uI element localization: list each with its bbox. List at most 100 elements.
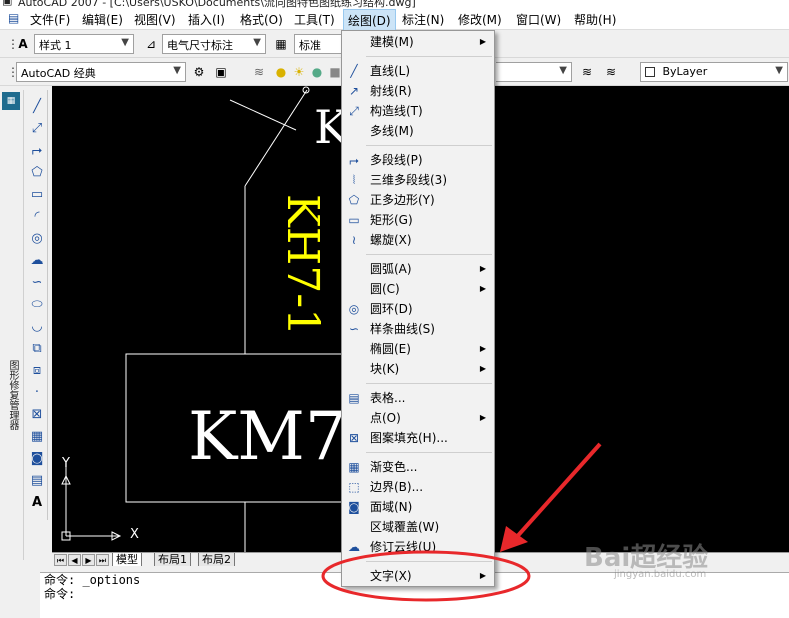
menu-edit[interactable]: 编辑(E): [82, 11, 123, 28]
draw-menu-item[interactable]: ▤ 表格...: [342, 388, 494, 408]
construction-line-icon[interactable]: ⤢: [28, 120, 46, 138]
color-select[interactable]: ByLayer ▼: [640, 62, 788, 82]
draw-menu-item[interactable]: ▭ 矩形(G): [342, 210, 494, 230]
chevron-down-icon: ▼: [173, 65, 181, 76]
draw-menu-item-label: 圆(C): [370, 282, 400, 296]
draw-menu-item[interactable]: ⬠ 正多边形(Y): [342, 190, 494, 210]
lock-icon[interactable]: ●: [308, 63, 326, 81]
menu-tools[interactable]: 工具(T): [294, 11, 335, 28]
tab-layout2[interactable]: 布局2: [198, 553, 235, 567]
menu-separator: [366, 145, 492, 146]
menu-format[interactable]: 格式(O): [240, 11, 283, 28]
table-style-select[interactable]: 标准: [294, 34, 344, 54]
workspace-settings-icon[interactable]: ⚙: [190, 63, 208, 81]
draw-menu-item[interactable]: ⤢ 构造线(T): [342, 101, 494, 121]
menu-view[interactable]: 视图(V): [134, 11, 176, 28]
save-workspace-icon[interactable]: ▣: [212, 63, 230, 81]
draw-menu-item[interactable]: ≀ 螺旋(X): [342, 230, 494, 250]
point-icon[interactable]: ·: [28, 384, 46, 402]
layer-select-tail[interactable]: ▼: [496, 62, 572, 82]
layer-previous-icon[interactable]: ≋: [602, 63, 620, 81]
dim-style-icon[interactable]: ⊿: [142, 35, 160, 53]
submenu-arrow-icon: ▶: [479, 264, 486, 273]
draw-menu-item-label: 圆环(D): [370, 302, 413, 316]
dim-style-select[interactable]: 电气尺寸标注 ▼: [162, 34, 266, 54]
submenu-arrow-icon: ▶: [479, 344, 486, 353]
workspace-select[interactable]: AutoCAD 经典 ▼: [16, 62, 186, 82]
chevron-down-icon: ▼: [121, 37, 129, 48]
region-icon[interactable]: ◙: [28, 450, 46, 468]
revcloud-icon[interactable]: ☁: [28, 252, 46, 270]
watermark-url: jingyan.baidu.com: [614, 569, 707, 580]
lightbulb-icon[interactable]: ●: [272, 63, 290, 81]
polygon-icon[interactable]: ⬠: [28, 164, 46, 182]
hatch-icon[interactable]: ⊠: [28, 406, 46, 424]
draw-menu-item[interactable]: 椭圆(E) ▶: [342, 339, 494, 359]
ellipse-icon[interactable]: ⬭: [28, 296, 46, 314]
draw-menu-item[interactable]: 点(O) ▶: [342, 408, 494, 428]
draw-menu-item[interactable]: ⦚ 三维多段线(3): [342, 170, 494, 190]
insert-block-icon[interactable]: ⧉: [28, 340, 46, 358]
palette-logo-icon[interactable]: ▦: [2, 92, 20, 110]
circle-icon[interactable]: ◎: [28, 230, 46, 248]
make-block-icon[interactable]: ⧈: [28, 362, 46, 380]
make-current-layer-icon[interactable]: ≋: [578, 63, 596, 81]
submenu-arrow-icon: ▶: [479, 364, 486, 373]
arc-icon[interactable]: ◜: [28, 208, 46, 226]
menu-help[interactable]: 帮助(H): [574, 11, 616, 28]
draw-menu-item-label: 螺旋(X): [370, 233, 412, 247]
layers-icon[interactable]: ≋: [250, 63, 268, 81]
draw-menu-item-label: 椭圆(E): [370, 342, 411, 356]
draw-menu-item-label: 构造线(T): [370, 104, 423, 118]
gradient-icon[interactable]: ▦: [28, 428, 46, 446]
draw-menu-item-label: 圆弧(A): [370, 262, 412, 276]
table-style-icon[interactable]: ▦: [272, 35, 290, 53]
menu-dimension[interactable]: 标注(N): [402, 11, 444, 28]
tab-layout1[interactable]: 布局1: [154, 553, 191, 567]
draw-menu-item[interactable]: ∽ 样条曲线(S): [342, 319, 494, 339]
text-style-icon[interactable]: A: [14, 35, 32, 53]
draw-menu-item[interactable]: ◎ 圆环(D): [342, 299, 494, 319]
draw-menu-item[interactable]: ╱ 直线(L): [342, 61, 494, 81]
draw-menu-item[interactable]: 多线(M): [342, 121, 494, 141]
menu-separator: [366, 383, 492, 384]
rectangle-icon[interactable]: ▭: [28, 186, 46, 204]
menu-window[interactable]: 窗口(W): [516, 11, 561, 28]
document-icon[interactable]: ▤: [8, 11, 19, 25]
sun-icon[interactable]: ☀: [290, 63, 308, 81]
draw-menu-item-label: 矩形(G): [370, 213, 413, 227]
draw-menu-item[interactable]: 圆弧(A) ▶: [342, 259, 494, 279]
polyline-icon[interactable]: ⮣: [28, 142, 46, 160]
menu-draw[interactable]: 绘图(D): [343, 9, 396, 32]
first-tab-icon[interactable]: ⏮: [54, 554, 67, 566]
draw-toolbar: ╱ ⤢ ⮣ ⬠ ▭ ◜ ◎ ☁ ∽ ⬭ ◡ ⧉ ⧈ · ⊠ ▦ ◙ ▤ A: [26, 90, 48, 520]
draw-menu-item[interactable]: ↗ 射线(R): [342, 81, 494, 101]
title-bar: ▣ AutoCAD 2007 - [C:\Users\USKO\Document…: [0, 0, 789, 8]
helix-icon: ≀: [351, 233, 357, 247]
chevron-down-icon: ▼: [775, 65, 783, 76]
draw-menu-item[interactable]: 建模(M) ▶: [342, 32, 494, 52]
line-icon[interactable]: ╱: [28, 98, 46, 116]
table-icon[interactable]: ▤: [28, 472, 46, 490]
tab-model[interactable]: 模型: [112, 553, 142, 567]
polygon-icon: ⬠: [348, 193, 360, 207]
next-tab-icon[interactable]: ▶: [82, 554, 95, 566]
drawing-line: [244, 89, 308, 187]
draw-menu-item-label: 直线(L): [370, 64, 411, 78]
ellipse-arc-icon[interactable]: ◡: [28, 318, 46, 336]
multiline-text-icon[interactable]: A: [28, 494, 46, 512]
chevron-down-icon: ▼: [253, 37, 261, 48]
draw-menu-item[interactable]: 块(K) ▶: [342, 359, 494, 379]
polyline-icon: ⮣: [349, 153, 359, 167]
submenu-arrow-icon: ▶: [479, 413, 486, 422]
table-icon: ▤: [348, 391, 360, 405]
spline-icon[interactable]: ∽: [28, 274, 46, 292]
draw-menu-item[interactable]: ⮣ 多段线(P): [342, 150, 494, 170]
draw-menu-item[interactable]: 圆(C) ▶: [342, 279, 494, 299]
menu-insert[interactable]: 插入(I): [188, 11, 225, 28]
last-tab-icon[interactable]: ⏭: [96, 554, 109, 566]
prev-tab-icon[interactable]: ◀: [68, 554, 81, 566]
menu-modify[interactable]: 修改(M): [458, 11, 502, 28]
text-style-select[interactable]: 样式 1 ▼: [34, 34, 134, 54]
menu-file[interactable]: 文件(F): [30, 11, 70, 28]
